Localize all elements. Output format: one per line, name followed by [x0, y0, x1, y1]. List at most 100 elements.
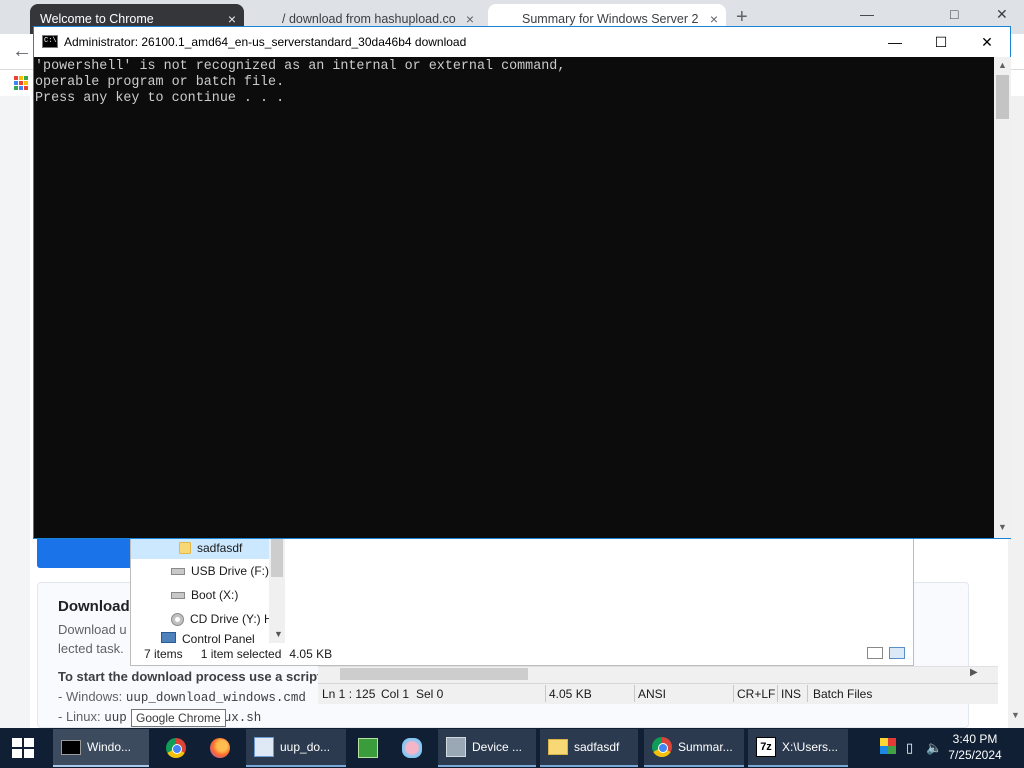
item-count: 7 items [144, 647, 183, 661]
page-scroll-down-icon[interactable]: ▼ [1011, 710, 1020, 720]
tray-app-icon[interactable] [880, 738, 896, 754]
windows-script-line: - Windows: uup_download_windows.cmd [58, 689, 306, 705]
navigation-pane: sadfasdf USB Drive (F:) Boot (X:) CD Dri… [131, 535, 285, 643]
status-separator [545, 685, 546, 702]
taskbar-tooltip: Google Chrome [131, 709, 226, 727]
folder-icon [548, 739, 568, 755]
taskbar-item-explorer[interactable]: sadfasdf [540, 729, 638, 767]
console-line: Press any key to continue . . . [35, 91, 285, 106]
console-scroll-up-icon[interactable]: ▲ [998, 60, 1007, 70]
chrome-icon [166, 738, 186, 758]
taskbar-item-notepad[interactable]: uup_do... [246, 729, 346, 767]
tab-label: Summary for Windows Server 2 [522, 12, 699, 26]
taskbar-item-label: Device ... [472, 740, 523, 754]
windows-start-icon[interactable] [12, 738, 34, 758]
console-minimize-button[interactable]: — [872, 27, 918, 57]
command-prompt-icon: C:\ [42, 35, 58, 48]
usb-drive-icon [171, 567, 185, 575]
console-scroll-down-icon[interactable]: ▼ [998, 522, 1007, 532]
speaker-icon[interactable]: 🔈 [926, 740, 942, 756]
nav-item-sadfasdf[interactable]: sadfasdf [131, 537, 269, 559]
selection-count: 1 item selected [200, 647, 282, 661]
control-panel-icon [161, 632, 176, 643]
taskbar-item-7zip[interactable]: 7z X:\Users... [748, 729, 848, 767]
notepad-icon [254, 737, 274, 757]
system-clock[interactable]: 3:40 PM 7/25/2024 [942, 731, 1008, 763]
nav-item-boot[interactable]: Boot (X:) [171, 584, 238, 606]
firefox-icon [210, 738, 230, 758]
taskbar-item-label: uup_do... [280, 740, 331, 754]
download-card-title: Download [58, 598, 130, 615]
drive-icon [171, 591, 185, 599]
status-separator [777, 685, 778, 702]
cd-drive-icon [171, 612, 184, 626]
cursor-position: Ln 1 : 125 [322, 687, 376, 701]
console-close-button[interactable]: ✕ [964, 27, 1010, 57]
file-explorer-window: sadfasdf USB Drive (F:) Boot (X:) CD Dri… [130, 534, 914, 666]
clock-time: 3:40 PM [952, 732, 998, 746]
usb-eject-icon[interactable]: ▯ [906, 740, 913, 756]
file-size: 4.05 KB [549, 687, 592, 701]
chrome-maximize-button[interactable]: □ [950, 6, 958, 22]
taskbar-item-label: Windo... [87, 740, 132, 754]
status-separator [634, 685, 635, 702]
download-card-description: Download u lected task. [58, 622, 127, 656]
taskbar-item-chrome[interactable] [158, 729, 198, 767]
tab-close-icon[interactable]: × [466, 11, 474, 27]
console-maximize-button[interactable]: ☐ [918, 27, 964, 57]
taskbar-item-chrome-summary[interactable]: Summar... [644, 729, 744, 767]
editor-horizontal-scroll-thumb[interactable] [340, 668, 528, 680]
linux-script-name[interactable]: uup [104, 711, 127, 725]
large-icons-view-icon[interactable] [889, 647, 905, 659]
apps-grid-icon[interactable] [14, 76, 28, 90]
taskbar-item-label: sadfasdf [574, 740, 620, 754]
linux-prefix: - Linux: [58, 709, 105, 724]
line-ending: CR+LF [737, 687, 776, 701]
clock-date: 7/25/2024 [948, 748, 1002, 762]
back-arrow-icon[interactable]: ← [12, 40, 32, 63]
nav-scroll-down-icon[interactable]: ▼ [274, 629, 283, 639]
chrome-minimize-button[interactable]: — [860, 6, 874, 22]
green-app-icon [358, 738, 378, 758]
console-title-bar[interactable]: C:\ Administrator: 26100.1_amd64_en-us_s… [34, 27, 1010, 57]
tab-close-icon[interactable]: × [710, 11, 718, 27]
page-left-gutter [0, 96, 30, 728]
taskbar-item-green-app[interactable] [350, 729, 390, 767]
nav-item-label: USB Drive (F:) [191, 564, 269, 578]
7zip-icon: 7z [756, 737, 776, 757]
command-prompt-window: C:\ Administrator: 26100.1_amd64_en-us_s… [33, 26, 1011, 539]
nav-item-control-panel[interactable]: Control Panel [161, 632, 255, 643]
linux-script-name-end: ux.sh [223, 711, 262, 725]
scroll-right-icon[interactable]: ▶ [970, 667, 978, 678]
console-output[interactable]: 'powershell' is not recognized as an int… [34, 57, 994, 538]
selection-length: Sel 0 [416, 687, 444, 701]
nav-item-usb-drive[interactable]: USB Drive (F:) [171, 560, 269, 582]
details-view-icon[interactable] [867, 647, 883, 659]
explorer-status-bar: 7 items 1 item selected 4.05 KB [131, 643, 913, 665]
nav-item-label: sadfasdf [197, 541, 243, 555]
console-window-title: Administrator: 26100.1_amd64_en-us_serve… [64, 35, 467, 49]
tab-close-icon[interactable]: × [228, 11, 236, 27]
taskbar-item-firefox[interactable] [202, 729, 242, 767]
syntax-language: Batch Files [813, 687, 873, 701]
tab-label: Welcome to Chrome [40, 12, 154, 26]
windows-script-name[interactable]: uup_download_windows.cmd [126, 691, 306, 705]
nav-pane-scroll-thumb[interactable] [271, 535, 283, 577]
console-line: operable program or batch file. [35, 75, 285, 90]
console-vertical-scrollbar[interactable] [994, 57, 1011, 538]
chrome-close-button[interactable]: ✕ [996, 6, 1008, 23]
folder-icon [179, 542, 191, 554]
status-separator [807, 685, 808, 702]
taskbar-item-label: X:\Users... [782, 740, 839, 754]
console-scroll-thumb[interactable] [996, 75, 1009, 119]
taskbar-item-device-manager[interactable]: Device ... [438, 729, 536, 767]
tab-label: / download from hashupload.co [282, 12, 456, 26]
taskbar-item-paint[interactable] [394, 729, 434, 767]
nav-item-cd-drive[interactable]: CD Drive (Y:) H [171, 608, 273, 630]
taskbar-item-command-prompt[interactable]: Windo... [53, 729, 149, 767]
cmd-icon [61, 739, 81, 755]
windows-prefix: - Windows: [58, 689, 126, 704]
status-separator [733, 685, 734, 702]
download-instructions-heading: To start the download process use a scri… [58, 669, 322, 684]
view-mode-switcher [867, 647, 905, 659]
